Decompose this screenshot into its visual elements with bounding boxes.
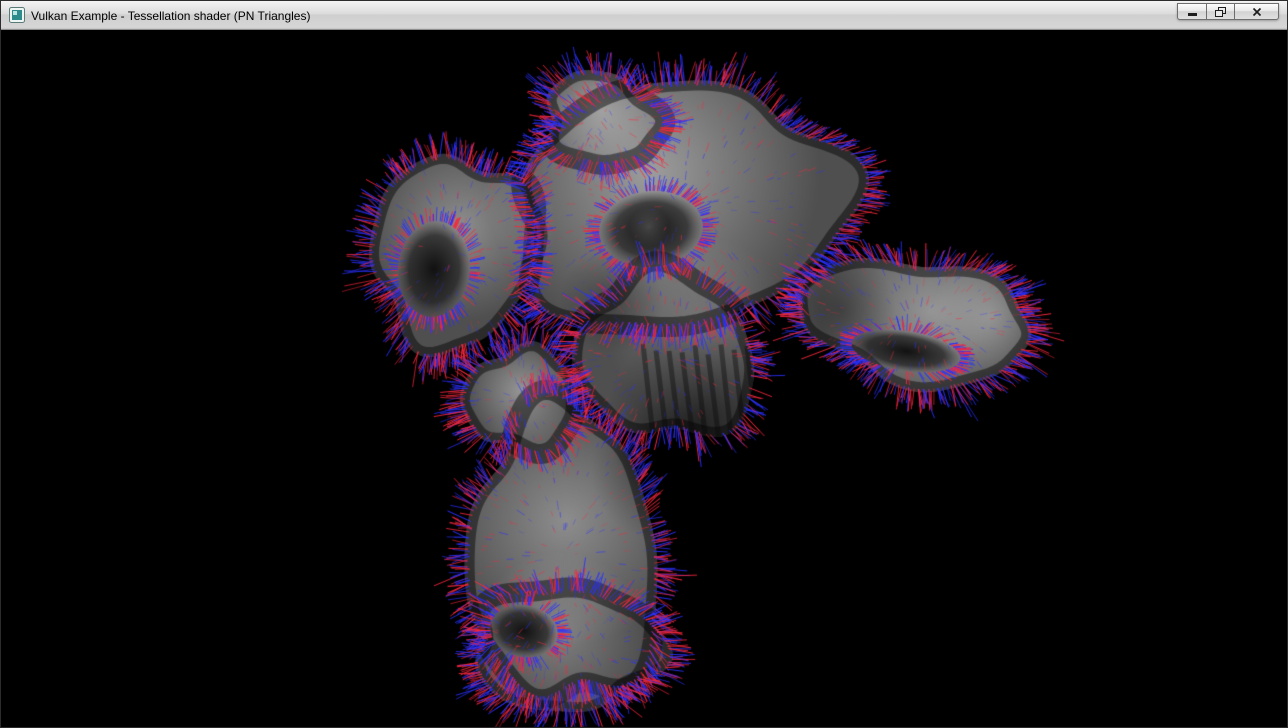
close-icon xyxy=(1252,7,1262,17)
maximize-icon xyxy=(1215,7,1226,17)
minimize-button[interactable] xyxy=(1177,3,1206,20)
window-title: Vulkan Example - Tessellation shader (PN… xyxy=(31,8,310,23)
caption-buttons xyxy=(1177,3,1279,20)
app-window: Vulkan Example - Tessellation shader (PN… xyxy=(0,0,1288,728)
vulkan-app-icon xyxy=(9,7,25,23)
maximize-button[interactable] xyxy=(1206,3,1234,20)
minimize-icon xyxy=(1187,7,1198,16)
titlebar[interactable]: Vulkan Example - Tessellation shader (PN… xyxy=(1,1,1287,30)
render-canvas[interactable] xyxy=(1,30,1288,728)
render-viewport[interactable] xyxy=(1,30,1287,727)
close-button[interactable] xyxy=(1234,3,1279,20)
app-icon[interactable] xyxy=(9,7,25,23)
